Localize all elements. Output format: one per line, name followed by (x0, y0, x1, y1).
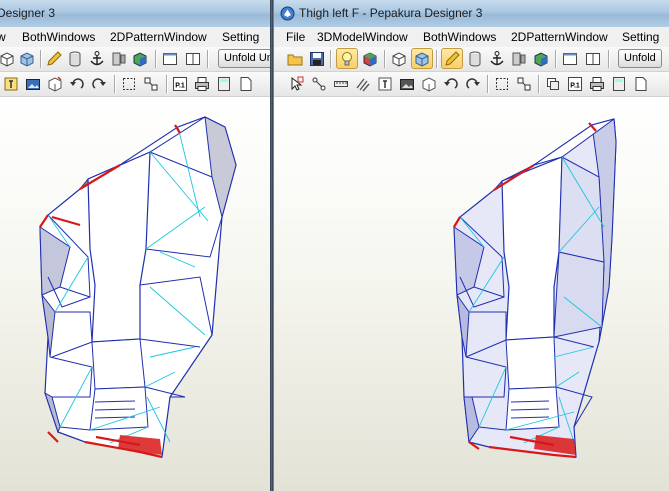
save-icon[interactable] (308, 50, 326, 68)
cylinder-icon[interactable] (66, 50, 84, 68)
right-designer-window: Thigh left F - Pepakura Designer 3 File … (273, 0, 669, 491)
thigh-shaded-model (453, 118, 617, 459)
main-toolbar: Unfold (274, 47, 669, 72)
texture-cube-icon[interactable] (361, 50, 379, 68)
stack-icon[interactable] (544, 75, 562, 93)
menu-bar: w BothWindows 2DPatternWindow Setting (0, 27, 270, 47)
menu-item-setting[interactable]: Setting (622, 30, 659, 44)
anchor-icon[interactable] (488, 50, 506, 68)
print-icon[interactable] (588, 75, 606, 93)
toolbar-separator (155, 50, 157, 68)
3d-model-viewport[interactable] (274, 97, 669, 491)
open-folder-icon[interactable] (286, 50, 304, 68)
shaded-cube-icon[interactable] (413, 50, 431, 68)
toolbar-separator (330, 50, 332, 68)
text-icon[interactable] (2, 75, 20, 93)
cylinder-icon[interactable] (466, 50, 484, 68)
text-icon[interactable] (376, 75, 394, 93)
unfold-button[interactable]: Unfold Un (218, 49, 270, 68)
color-cube-icon[interactable] (131, 50, 149, 68)
document-icon[interactable] (237, 75, 255, 93)
menu-item-window[interactable]: w (0, 30, 6, 44)
select-arrow-icon[interactable] (288, 75, 306, 93)
anchor-icon[interactable] (88, 50, 106, 68)
calculator-icon[interactable] (215, 75, 233, 93)
main-toolbar: Unfold Un (0, 47, 270, 72)
title-bar[interactable]: Designer 3 (0, 0, 270, 28)
node-edit-icon[interactable] (310, 75, 328, 93)
print-icon[interactable] (193, 75, 211, 93)
menu-item-setting[interactable]: Setting (222, 30, 259, 44)
calculator-icon[interactable] (610, 75, 628, 93)
toolbar-separator (166, 75, 168, 93)
left-designer-window: Designer 3 w BothWindows 2DPatternWindow… (0, 0, 270, 491)
image-icon[interactable] (398, 75, 416, 93)
split-block-icon[interactable] (110, 50, 128, 68)
pepakura-app-icon (280, 6, 295, 21)
thigh-wireframe-model (39, 116, 237, 459)
menu-item-bothwindows[interactable]: BothWindows (423, 30, 496, 44)
toolbar-separator (40, 50, 42, 68)
3d-model-viewport[interactable] (0, 97, 270, 491)
toolbar-separator (436, 50, 438, 68)
model-geometry (453, 118, 617, 459)
menu-item-file[interactable]: File (286, 30, 305, 44)
unfold-button[interactable]: Unfold (618, 49, 662, 68)
toolbar-separator (608, 50, 610, 68)
document-icon[interactable] (632, 75, 650, 93)
box-arrow-icon[interactable] (46, 75, 64, 93)
page-number-label: P.1 (570, 83, 580, 90)
model-geometry (39, 116, 237, 459)
rotate-left-icon[interactable] (442, 75, 460, 93)
toolbar-separator (207, 50, 209, 68)
select-area-icon[interactable] (120, 75, 138, 93)
shaded-cube-icon[interactable] (18, 50, 36, 68)
lightbulb-icon[interactable] (338, 50, 356, 68)
menu-item-3dmodelwindow[interactable]: 3DModelWindow (317, 30, 408, 44)
color-cube-icon[interactable] (532, 50, 550, 68)
cube-icon[interactable] (390, 50, 408, 68)
menu-item-2dpatternwindow[interactable]: 2DPatternWindow (110, 30, 207, 44)
menu-item-2dpatternwindow[interactable]: 2DPatternWindow (511, 30, 608, 44)
box-arrow-icon[interactable] (420, 75, 438, 93)
single-window-icon[interactable] (161, 50, 179, 68)
rotate-left-icon[interactable] (68, 75, 86, 93)
pencil-icon[interactable] (443, 50, 461, 68)
split-block-icon[interactable] (510, 50, 528, 68)
arrange-icon[interactable] (515, 75, 533, 93)
title-bar[interactable]: Thigh left F - Pepakura Designer 3 (274, 0, 669, 28)
toolbar-separator (538, 75, 540, 93)
stripes-icon[interactable] (354, 75, 372, 93)
toolbar-separator (114, 75, 116, 93)
page-number-label: P.1 (175, 83, 185, 90)
rotate-right-icon[interactable] (464, 75, 482, 93)
toolbar-separator (487, 75, 489, 93)
toolbar-separator (555, 50, 557, 68)
page-icon[interactable]: P.1 (171, 75, 189, 93)
image-icon[interactable] (24, 75, 42, 93)
ruler-icon[interactable] (332, 75, 350, 93)
select-area-icon[interactable] (493, 75, 511, 93)
toolbar-separator (384, 50, 386, 68)
cube-icon[interactable] (0, 50, 16, 68)
menu-item-bothwindows[interactable]: BothWindows (22, 30, 95, 44)
pencil-icon[interactable] (45, 50, 63, 68)
secondary-toolbar: P.1 (274, 72, 669, 97)
single-window-icon[interactable] (561, 50, 579, 68)
arrange-icon[interactable] (142, 75, 160, 93)
window-title: Designer 3 (0, 6, 56, 20)
secondary-toolbar: P.1 (0, 72, 270, 97)
menu-bar: File 3DModelWindow BothWindows 2DPattern… (274, 27, 669, 47)
rotate-right-icon[interactable] (90, 75, 108, 93)
dual-window-icon[interactable] (584, 50, 602, 68)
window-title: Thigh left F - Pepakura Designer 3 (299, 6, 483, 20)
dual-window-icon[interactable] (184, 50, 202, 68)
page-icon[interactable]: P.1 (566, 75, 584, 93)
